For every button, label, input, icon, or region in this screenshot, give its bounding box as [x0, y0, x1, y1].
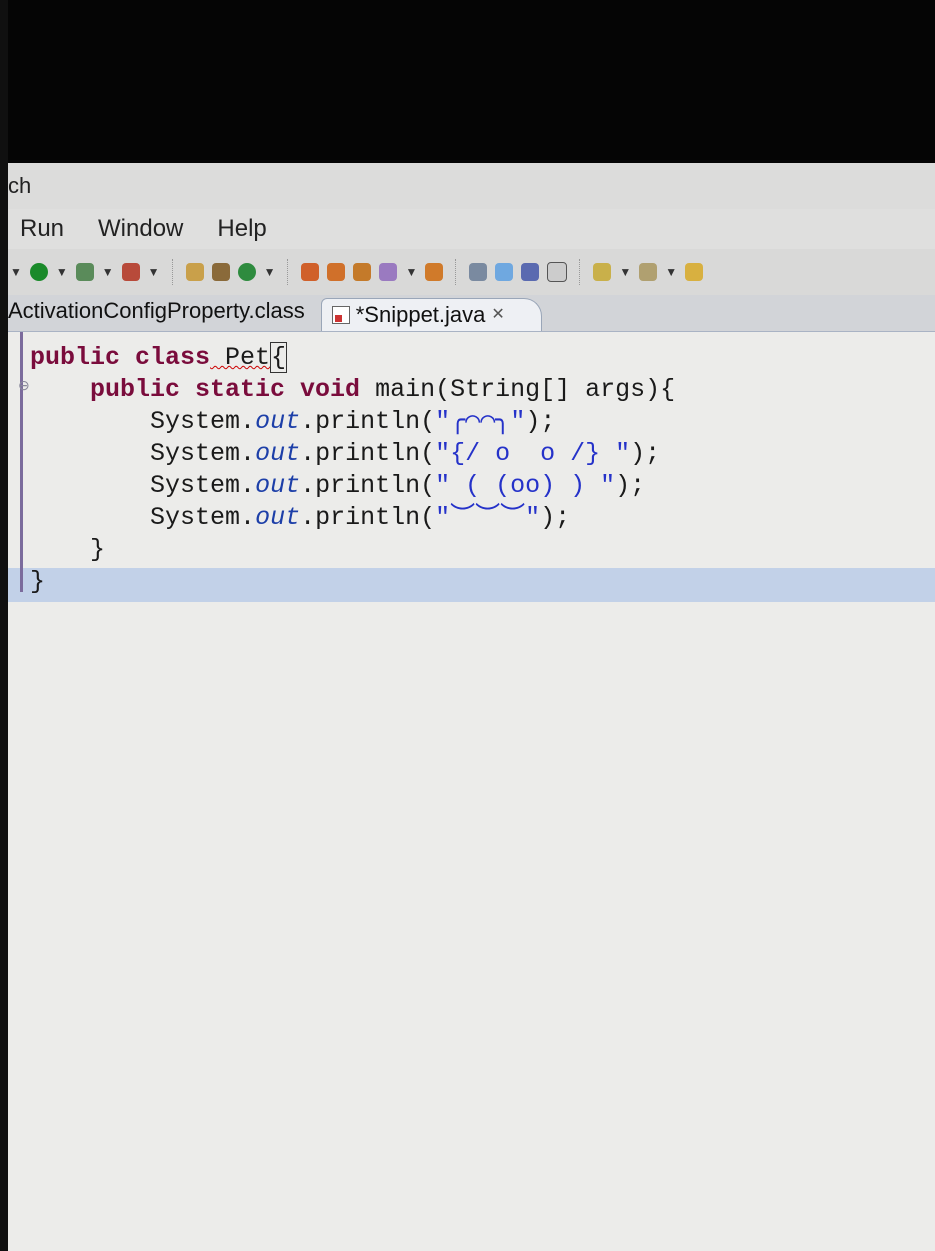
external-tools-icon[interactable] [121, 263, 140, 281]
open-type-icon[interactable] [301, 263, 320, 281]
search-icon[interactable] [353, 263, 372, 281]
back-icon[interactable] [685, 263, 704, 281]
code-editor[interactable]: ⊖ public class Pet{ public static void m… [8, 332, 935, 1251]
dropdown-arrow-icon[interactable]: ▼ [405, 265, 417, 279]
toolbar-separator [287, 259, 289, 285]
dropdown-arrow-icon[interactable]: ▼ [264, 265, 276, 279]
code-line-7: } [90, 535, 106, 564]
dropdown-arrow-icon[interactable]: ▼ [56, 265, 68, 279]
prev-annotation-icon[interactable] [639, 263, 658, 281]
run-icon[interactable] [29, 263, 48, 281]
toolbar-separator [579, 259, 581, 285]
toggle-mark-icon[interactable] [469, 263, 488, 281]
next-annotation-icon[interactable] [593, 263, 612, 281]
editor-tab-bar: ActivationConfigProperty.class *Snippet.… [8, 295, 935, 332]
code-line-8: } [30, 567, 46, 596]
task-icon[interactable] [425, 263, 444, 281]
code-line-6: System.out.println("︶︶︶"); [150, 503, 571, 532]
toolbar-separator [171, 259, 174, 285]
open-resource-icon[interactable] [327, 263, 346, 281]
fold-collapse-icon[interactable]: ⊖ [18, 377, 30, 394]
dropdown-arrow-icon[interactable]: ▼ [665, 265, 677, 279]
java-file-icon [331, 306, 350, 324]
monitor-bezel-top [0, 0, 935, 165]
edit-icon[interactable] [379, 263, 398, 281]
highlight-icon[interactable] [495, 263, 514, 281]
new-package-icon[interactable] [185, 263, 204, 281]
tab-label: ActivationConfigProperty.class [8, 298, 305, 323]
close-icon[interactable]: ✕ [491, 299, 504, 331]
debug-icon[interactable] [75, 263, 94, 281]
tab-label: *Snippet.java [355, 302, 486, 327]
code-line-4: System.out.println("{/ o o /} "); [150, 439, 661, 468]
dropdown-arrow-icon[interactable]: ▼ [102, 265, 114, 279]
source-code: public class Pet{ public static void mai… [30, 342, 675, 598]
tab-activation-config-property[interactable]: ActivationConfigProperty.class [8, 295, 321, 331]
toolbar-separator [455, 259, 457, 285]
toolbar: ▼ ▼ ▼ ▼ ▼ ▼ ▼ ▼ [8, 249, 935, 295]
window-title: ch [8, 163, 935, 209]
new-class-icon[interactable] [211, 263, 230, 281]
menu-window[interactable]: Window [98, 215, 183, 243]
menu-run[interactable]: Run [20, 215, 64, 243]
dropdown-arrow-icon[interactable]: ▼ [10, 265, 22, 279]
code-line-1: public class Pet{ [30, 342, 288, 373]
dropdown-arrow-icon[interactable]: ▼ [148, 265, 160, 279]
new-interface-icon[interactable] [237, 263, 256, 281]
monitor-bezel-left [0, 0, 8, 1251]
tab-snippet-java[interactable]: *Snippet.java ✕ [320, 298, 542, 331]
menu-bar: Run Window Help [8, 209, 935, 249]
menu-help[interactable]: Help [217, 215, 266, 243]
code-line-2: public static void main(String[] args){ [90, 375, 676, 404]
code-line-5: System.out.println(" ( (oo) ) "); [150, 471, 646, 500]
dropdown-arrow-icon[interactable]: ▼ [619, 265, 631, 279]
code-line-3: System.out.println("╭⌒⌒╮"); [150, 407, 556, 436]
block-select-icon[interactable] [521, 263, 540, 281]
eclipse-window: ch Run Window Help ▼ ▼ ▼ ▼ ▼ ▼ ▼ ▼ Activ… [8, 163, 935, 1251]
editor-gutter [8, 332, 23, 592]
show-whitespace-icon[interactable] [547, 262, 568, 282]
